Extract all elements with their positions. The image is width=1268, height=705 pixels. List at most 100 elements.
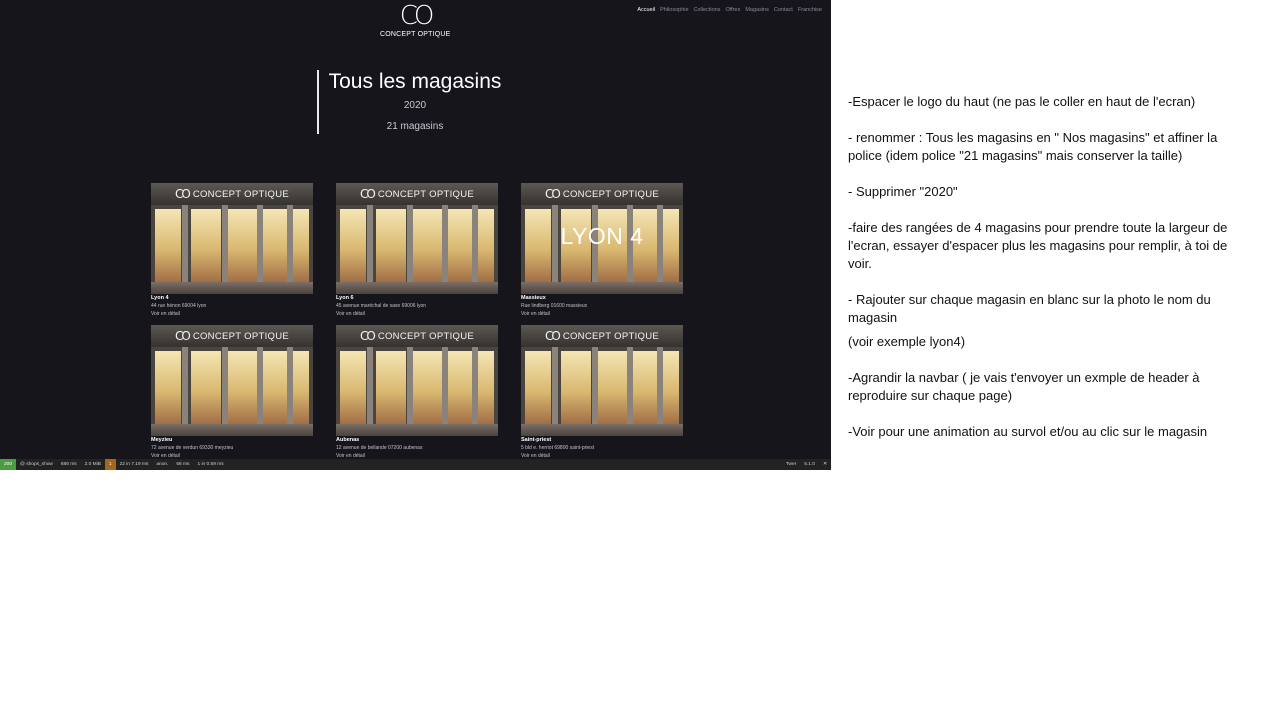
store-sign: CO CONCEPT OPTIQUE [151,183,313,205]
store-name: Meyzieu [151,437,173,443]
store-detail-link[interactable]: Voir en détail [336,310,498,318]
storefront-window [376,351,406,425]
store-sign: CO CONCEPT OPTIQUE [521,325,683,347]
store-sign: CO CONCEPT OPTIQUE [336,183,498,205]
store-photo[interactable]: CO CONCEPT OPTIQUE [151,325,313,436]
nav-franchise[interactable]: Franchise [798,7,822,13]
store-photo[interactable]: CO CONCEPT OPTIQUE [336,325,498,436]
storefront-pillar [222,347,228,436]
symfony-version[interactable]: 5.1.0 [800,459,819,470]
nav-collections[interactable]: Collections [694,7,721,13]
store-card[interactable]: CO CONCEPT OPTIQUE Lyon 4 44 rue hénon 6900… [151,183,313,325]
store-name: Lyon 6 [336,295,354,301]
storefront-window [525,351,551,425]
sign-logo-mark: CO [175,187,191,201]
user-status[interactable]: anon. [152,459,172,470]
storefront-window [412,209,442,283]
website-screenshot: CO CONCEPT OPTIQUE Accueil Philosophie C… [0,0,831,470]
note-item: - Rajouter sur chaque magasin en blanc s… [848,292,1211,325]
store-address: 72 avenue de verdun 69330 meyzieu [151,445,234,451]
store-address: 44 rue hénon 69004 lyon [151,303,207,309]
storefront-pillar [182,205,188,294]
note-item: (voir exemple lyon4) [848,334,966,349]
store-detail-link[interactable]: Voir en détail [521,310,683,318]
storefront-window [191,209,221,283]
storefront-pillar [222,205,228,294]
store-info: Saint-priest 5 bld e. herriot 69800 saint… [521,436,683,460]
logo-wordmark: CONCEPT OPTIQUE [380,31,451,38]
storefront-pillar [287,347,293,436]
storefront-pillar [407,205,413,294]
store-photo[interactable]: CO CONCEPT OPTIQUE [336,183,498,294]
close-icon[interactable]: ✕ [819,459,831,470]
store-card[interactable]: CO CONCEPT OPTIQUE Saint-priest 5 bld e. he… [521,325,683,467]
db-queries[interactable]: 22 in 7.19 ms [116,459,153,470]
storefront-window [291,351,309,425]
store-card[interactable]: CO CONCEPT OPTIQUE Meyzieu 72 avenue de ver… [151,325,313,467]
storefront-pillar [442,347,448,436]
storefront-floor [151,282,313,294]
store-photo[interactable]: CO CONCEPT OPTIQUE [521,325,683,436]
sign-logo-mark: CO [360,187,376,201]
storefront-window [191,351,221,425]
nav-accueil[interactable]: Accueil [637,7,655,13]
store-name: Lyon 4 [151,295,169,301]
note-item: -Espacer le logo du haut (ne pas le coll… [848,94,1196,109]
storefront-window [340,209,366,283]
storefront-pillar [657,347,663,436]
storefront-window [448,351,472,425]
storefront-floor [151,424,313,436]
note-item: -Voir pour une animation au survol et/ou… [848,424,1208,439]
warning-badge[interactable]: 1 [104,459,116,470]
storefront-window [633,351,657,425]
note-item: -faire des rangées de 4 magasins pour pr… [848,220,1228,271]
store-info: Meyzieu 72 avenue de verdun 69330 meyzieu… [151,436,313,460]
store-photo[interactable]: CO CONCEPT OPTIQUE LYON 4 [521,183,683,294]
storefront-window [155,209,181,283]
storefront-pillar [442,205,448,294]
storefront-pillar [552,347,558,436]
storefront-window [227,351,257,425]
sign-text: CONCEPT OPTIQUE [377,188,474,200]
storefront-pillar [592,347,598,436]
storefront-window [291,209,309,283]
store-card[interactable]: CO CONCEPT OPTIQUE LYON 4 Massieux Rue lindb… [521,183,683,325]
storefront-window [476,209,494,283]
twig-panel[interactable]: Twer [782,459,800,470]
sign-logo-mark: CO [545,329,561,343]
sign-text: CONCEPT OPTIQUE [377,330,474,342]
nav-offres[interactable]: Offres [725,7,740,13]
top-navbar: Accueil Philosophie Collections Offres M… [637,7,822,13]
store-grid: CO CONCEPT OPTIQUE Lyon 4 44 rue hénon 6900… [151,183,683,467]
storefront-pillar [627,347,633,436]
status-code[interactable]: 200 [0,459,17,470]
store-detail-link[interactable]: Voir en détail [151,310,313,318]
store-info: Lyon 6 45 avenue maréchal de saxe 69006 l… [336,294,498,318]
store-photo-name: LYON 4 [560,223,644,249]
storefront-floor [336,424,498,436]
cache-stats[interactable]: 1 in 0.59 ms [193,459,227,470]
store-card[interactable]: CO CONCEPT OPTIQUE Aubenas 12 avenue de bel… [336,325,498,467]
storefront-window [340,351,366,425]
nav-magasins[interactable]: Magasins [745,7,769,13]
storefront-floor [521,282,683,294]
page-year: 2020 [403,100,427,111]
storefront-pillar [407,347,413,436]
nav-philosophie[interactable]: Philosophie [660,7,688,13]
store-card[interactable]: CO CONCEPT OPTIQUE Lyon 6 45 avenue marécha… [336,183,498,325]
store-photo[interactable]: CO CONCEPT OPTIQUE [151,183,313,294]
site-logo[interactable]: CO CONCEPT OPTIQUE [380,3,451,38]
memory-usage[interactable]: 2.0 MiB [81,459,105,470]
storefront-window [376,209,406,283]
store-address: 45 avenue maréchal de saxe 69006 lyon [336,303,427,309]
store-info: Lyon 4 44 rue hénon 69004 lyon Voir en dét… [151,294,313,318]
route-name[interactable]: @ shops_show [16,459,57,470]
nav-contact[interactable]: Contact [774,7,793,13]
storefront-window [227,209,257,283]
heading-divider [317,70,319,134]
request-time[interactable]: 686 ms [57,459,81,470]
note-item: -Agrandir la navbar ( je vais t'envoyer … [848,370,1200,403]
mail-time[interactable]: 68 ms [172,459,193,470]
storefront-pillar [367,347,373,436]
storefront-window [155,351,181,425]
